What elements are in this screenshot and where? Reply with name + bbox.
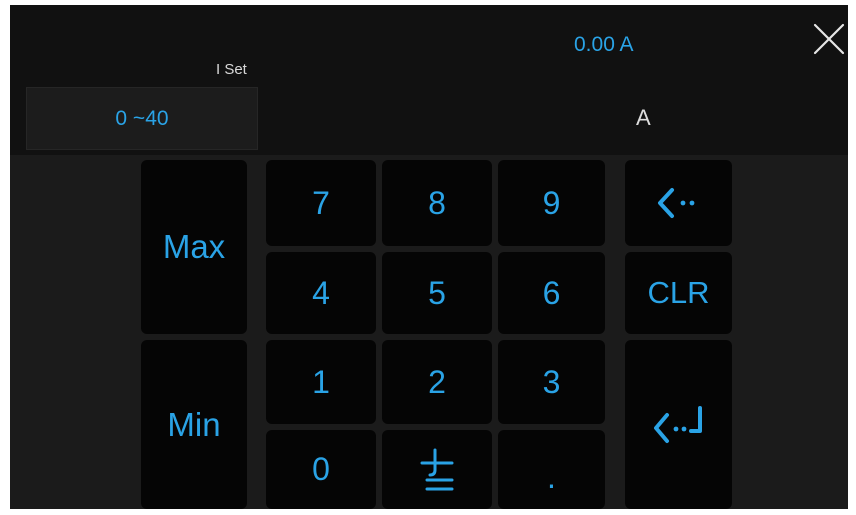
digit-2-key[interactable]: 2 [382, 340, 492, 424]
digit-label: 0 [312, 451, 330, 487]
range-display: 0 ~40 [26, 87, 258, 150]
min-label: Min [167, 405, 221, 443]
input-header: I Set 0 ~40 0.00 A A [10, 5, 848, 155]
digit-7-key[interactable]: 7 [266, 160, 376, 246]
close-x-icon [813, 23, 845, 55]
digit-label: 4 [312, 274, 330, 311]
clear-label: CLR [647, 275, 710, 310]
close-button[interactable] [811, 21, 847, 57]
backspace-arrow-icon [657, 188, 694, 218]
digit-9-key[interactable]: 9 [498, 160, 605, 246]
min-button[interactable]: Min [141, 340, 247, 509]
digit-label: 3 [542, 363, 561, 400]
decimal-label: . [547, 459, 556, 495]
digit-label: 8 [428, 184, 446, 221]
unit-label: A [636, 105, 651, 130]
digit-1-key[interactable]: 1 [266, 340, 376, 424]
decimal-point-key[interactable]: . [498, 430, 605, 509]
digit-label: 9 [542, 184, 561, 221]
max-label: Max [162, 228, 226, 265]
current-value: 0.00 A [574, 33, 634, 56]
backspace-button[interactable] [625, 160, 732, 246]
digit-6-key[interactable]: 6 [498, 252, 605, 334]
digit-4-key[interactable]: 4 [266, 252, 376, 334]
keypad-screen: I Set 0 ~40 0.00 A A Max Min 7 8 9 4 5 6… [10, 5, 848, 509]
digit-0-key[interactable]: 0 [266, 430, 376, 509]
digit-label: 1 [312, 363, 330, 400]
digit-label: 6 [542, 274, 561, 311]
sign-toggle-key[interactable] [382, 430, 492, 509]
range-text: 0 ~40 [115, 106, 169, 130]
max-button[interactable]: Max [141, 160, 247, 334]
digit-label: 2 [428, 363, 446, 400]
digit-label: 7 [312, 184, 330, 221]
digit-8-key[interactable]: 8 [382, 160, 492, 246]
parameter-label: I Set [216, 61, 247, 78]
plus-minus-icon [420, 448, 454, 490]
digit-3-key[interactable]: 3 [498, 340, 605, 424]
enter-arrow-icon [653, 405, 702, 443]
digit-5-key[interactable]: 5 [382, 252, 492, 334]
digit-label: 5 [428, 274, 446, 311]
clear-button[interactable]: CLR [625, 252, 732, 334]
enter-button[interactable] [625, 340, 732, 509]
